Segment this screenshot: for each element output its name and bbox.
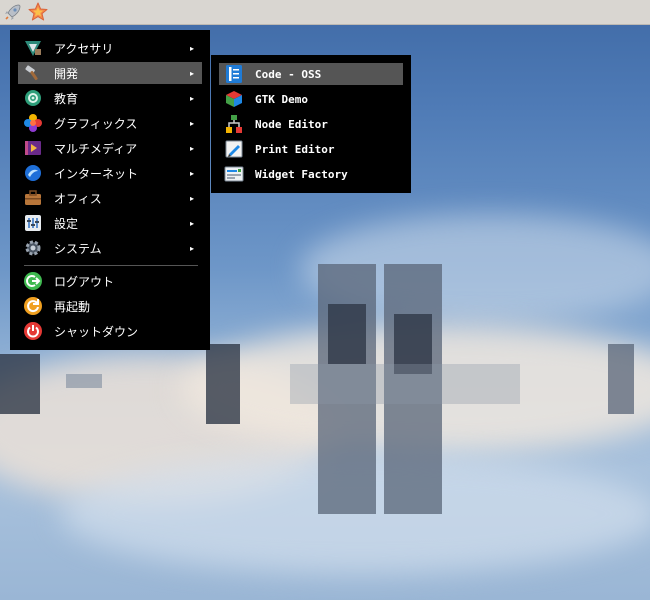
submenu-item-label: Print Editor — [255, 142, 335, 156]
menu-item-graphics[interactable]: グラフィックス ▸ — [18, 112, 202, 134]
node-editor-icon — [223, 113, 245, 135]
submenu-item-label: Widget Factory — [255, 167, 348, 181]
office-icon — [22, 187, 44, 209]
menu-item-shutdown[interactable]: シャットダウン — [18, 320, 202, 342]
menu-item-education[interactable]: 教育 ▸ — [18, 87, 202, 109]
submenu-arrow-icon: ▸ — [189, 168, 194, 178]
development-submenu: Code - OSS GTK Demo Node Editor Print Ed… — [211, 55, 411, 193]
submenu-item-label: Node Editor — [255, 117, 328, 131]
menu-item-office[interactable]: オフィス ▸ — [18, 187, 202, 209]
restart-icon — [22, 295, 44, 317]
menu-item-label: ログアウト — [54, 274, 115, 289]
print-editor-icon — [223, 138, 245, 160]
accessories-icon — [22, 37, 44, 59]
menu-separator — [24, 265, 198, 266]
settings-icon — [22, 212, 44, 234]
menu-item-label: シャットダウン — [54, 324, 139, 339]
submenu-item-label: GTK Demo — [255, 92, 308, 106]
submenu-arrow-icon: ▸ — [189, 118, 194, 128]
submenu-arrow-icon: ▸ — [189, 218, 194, 228]
development-icon — [22, 62, 44, 84]
menu-item-label: 開発 — [54, 66, 79, 81]
system-icon — [22, 237, 44, 259]
submenu-arrow-icon: ▸ — [189, 68, 194, 78]
internet-icon — [22, 162, 44, 184]
code-oss-icon — [223, 63, 245, 85]
top-panel — [0, 0, 650, 25]
graphics-icon — [22, 112, 44, 134]
menu-item-label: 再起動 — [54, 299, 91, 314]
submenu-item-print-editor[interactable]: Print Editor — [219, 138, 403, 160]
menu-item-settings[interactable]: 設定 ▸ — [18, 212, 202, 234]
menu-item-label: インターネット — [54, 166, 139, 181]
logout-icon — [22, 270, 44, 292]
menu-item-development[interactable]: 開発 ▸ — [18, 62, 202, 84]
menu-item-label: グラフィックス — [54, 116, 138, 131]
submenu-item-code-oss[interactable]: Code - OSS — [219, 63, 403, 85]
submenu-item-widget-factory[interactable]: Widget Factory — [219, 163, 403, 185]
menu-item-label: システム — [54, 241, 102, 256]
submenu-arrow-icon: ▸ — [189, 243, 194, 253]
menu-item-system[interactable]: システム ▸ — [18, 237, 202, 259]
submenu-arrow-icon: ▸ — [189, 93, 194, 103]
multimedia-icon — [22, 137, 44, 159]
menu-item-label: マルチメディア — [54, 141, 138, 156]
submenu-arrow-icon: ▸ — [189, 43, 194, 53]
submenu-item-gtk-demo[interactable]: GTK Demo — [219, 88, 403, 110]
submenu-item-node-editor[interactable]: Node Editor — [219, 113, 403, 135]
submenu-arrow-icon: ▸ — [189, 193, 194, 203]
menu-item-label: 教育 — [54, 91, 79, 106]
education-icon — [22, 87, 44, 109]
submenu-arrow-icon: ▸ — [189, 143, 194, 153]
menu-item-label: 設定 — [54, 216, 79, 231]
menu-item-label: オフィス — [54, 191, 102, 206]
menu-item-accessories[interactable]: アクセサリ ▸ — [18, 37, 202, 59]
widget-factory-icon — [223, 163, 245, 185]
rocket-icon[interactable] — [1, 1, 25, 23]
menu-item-label: アクセサリ — [54, 41, 114, 56]
menu-item-multimedia[interactable]: マルチメディア ▸ — [18, 137, 202, 159]
gtk-demo-icon — [223, 88, 245, 110]
shutdown-icon — [22, 320, 44, 342]
submenu-item-label: Code - OSS — [255, 67, 322, 81]
menu-item-restart[interactable]: 再起動 — [18, 295, 202, 317]
menu-item-internet[interactable]: インターネット ▸ — [18, 162, 202, 184]
star-icon[interactable] — [26, 1, 50, 23]
menu-item-logout[interactable]: ログアウト — [18, 270, 202, 292]
application-menu: アクセサリ ▸ 開発 ▸ 教育 ▸ グラフィックス ▸ マルチメディア ▸ イン — [10, 30, 210, 350]
